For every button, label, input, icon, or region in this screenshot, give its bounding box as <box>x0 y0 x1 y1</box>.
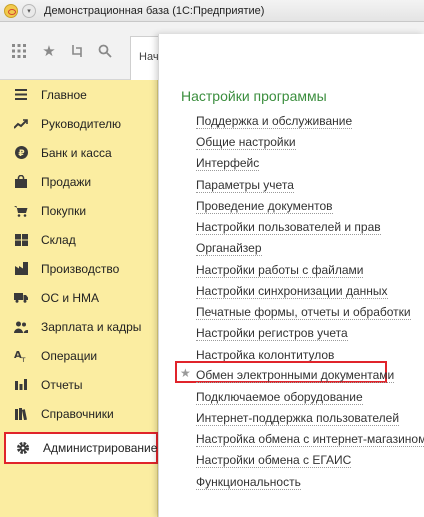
svg-text:₽: ₽ <box>18 149 24 159</box>
sidebar-item-label: Продажи <box>41 174 92 189</box>
sidebar-item-main[interactable]: Главное <box>0 80 158 109</box>
link-egais-exchange[interactable]: Настройки обмена с ЕГАИС <box>196 453 352 468</box>
link-general-settings[interactable]: Общие настройки <box>196 135 296 150</box>
favorites-star-icon[interactable]: ★ <box>38 40 60 62</box>
link-edi-exchange[interactable]: Обмен электронными документами <box>196 368 395 383</box>
link-support[interactable]: Поддержка и обслуживание <box>196 114 353 129</box>
sidebar-item-label: Руководителю <box>41 116 122 131</box>
link-functionality[interactable]: Функциональность <box>196 475 301 490</box>
shopping-bag-icon <box>14 175 28 189</box>
link-organizer[interactable]: Органайзер <box>196 241 262 256</box>
sidebar-item-reports[interactable]: Отчеты <box>0 370 158 399</box>
sidebar-item-production[interactable]: Производство <box>0 254 158 283</box>
link-registers-settings[interactable]: Настройки регистров учета <box>196 326 348 341</box>
window-title: Демонстрационная база (1С:Предприятие) <box>44 4 265 17</box>
panel-title: Настройки программы <box>181 88 327 104</box>
people-icon <box>14 320 28 334</box>
main-menu-button[interactable]: ▾ <box>22 3 36 18</box>
sidebar-item-bank[interactable]: ₽ Банк и касса <box>0 138 158 167</box>
books-icon <box>14 407 28 421</box>
trend-icon <box>14 117 28 131</box>
sidebar-item-sales[interactable]: Продажи <box>0 167 158 196</box>
menu-lines-icon <box>14 88 28 102</box>
operations-icon: Aт <box>14 349 28 363</box>
link-equipment[interactable]: Подключаемое оборудование <box>196 390 363 405</box>
app-logo-icon[interactable] <box>4 3 18 18</box>
sidebar-item-purchases[interactable]: Покупки <box>0 196 158 225</box>
svg-text:т: т <box>21 355 26 362</box>
truck-icon <box>14 291 28 305</box>
link-files-settings[interactable]: Настройки работы с файлами <box>196 263 364 278</box>
sidebar-item-label: Производство <box>41 261 120 276</box>
warehouse-icon <box>14 233 28 247</box>
sidebar-item-label: Зарплата и кадры <box>41 319 142 334</box>
link-accounting-params[interactable]: Параметры учета <box>196 178 294 193</box>
link-posting-documents[interactable]: Проведение документов <box>196 199 333 214</box>
sidebar-item-label: Справочники <box>41 406 114 421</box>
bar-chart-icon <box>14 378 28 392</box>
link-internet-support[interactable]: Интернет-поддержка пользователей <box>196 411 400 426</box>
sections-sidebar: Главное Руководителю ₽ Банк и касса Прод… <box>0 80 158 517</box>
apps-grid-icon[interactable] <box>8 40 30 62</box>
sidebar-item-label: Администрирование <box>43 441 158 455</box>
sidebar-item-label: Покупки <box>41 203 87 218</box>
sidebar-item-administration[interactable]: Администрирование <box>4 432 158 464</box>
sidebar-item-label: Банк и касса <box>41 145 112 160</box>
sidebar-item-manager[interactable]: Руководителю <box>0 109 158 138</box>
link-print-forms[interactable]: Печатные формы, отчеты и обработки <box>196 305 411 320</box>
sidebar-item-label: Склад <box>41 232 76 247</box>
ruble-coin-icon: ₽ <box>14 146 28 160</box>
link-eshop-exchange[interactable]: Настройка обмена с интернет-магазином <box>196 432 424 447</box>
sidebar-item-warehouse[interactable]: Склад <box>0 225 158 254</box>
search-icon[interactable] <box>94 40 116 62</box>
favorite-star-icon[interactable]: ★ <box>180 366 191 380</box>
sidebar-item-label: Отчеты <box>41 377 83 392</box>
sidebar-item-fixed-assets[interactable]: ОС и НМА <box>0 283 158 312</box>
cart-icon <box>14 204 28 218</box>
factory-icon <box>14 262 28 276</box>
sidebar-item-salary[interactable]: Зарплата и кадры <box>0 312 158 341</box>
sidebar-item-operations[interactable]: Aт Операции <box>0 341 158 370</box>
gear-icon <box>16 441 30 455</box>
link-interface[interactable]: Интерфейс <box>196 156 260 171</box>
sidebar-item-label: ОС и НМА <box>41 290 100 305</box>
sidebar-item-label: Главное <box>41 87 87 102</box>
sidebar-item-label: Операции <box>41 348 98 363</box>
window-titlebar: ▾ Демонстрационная база (1С:Предприятие) <box>0 0 424 22</box>
settings-panel: Настройки программы Поддержка и обслужив… <box>158 34 424 517</box>
sidebar-item-references[interactable]: Справочники <box>0 399 158 428</box>
link-users-rights[interactable]: Настройки пользователей и прав <box>196 220 381 235</box>
link-data-sync[interactable]: Настройки синхронизации данных <box>196 284 388 299</box>
history-icon[interactable] <box>66 40 88 62</box>
